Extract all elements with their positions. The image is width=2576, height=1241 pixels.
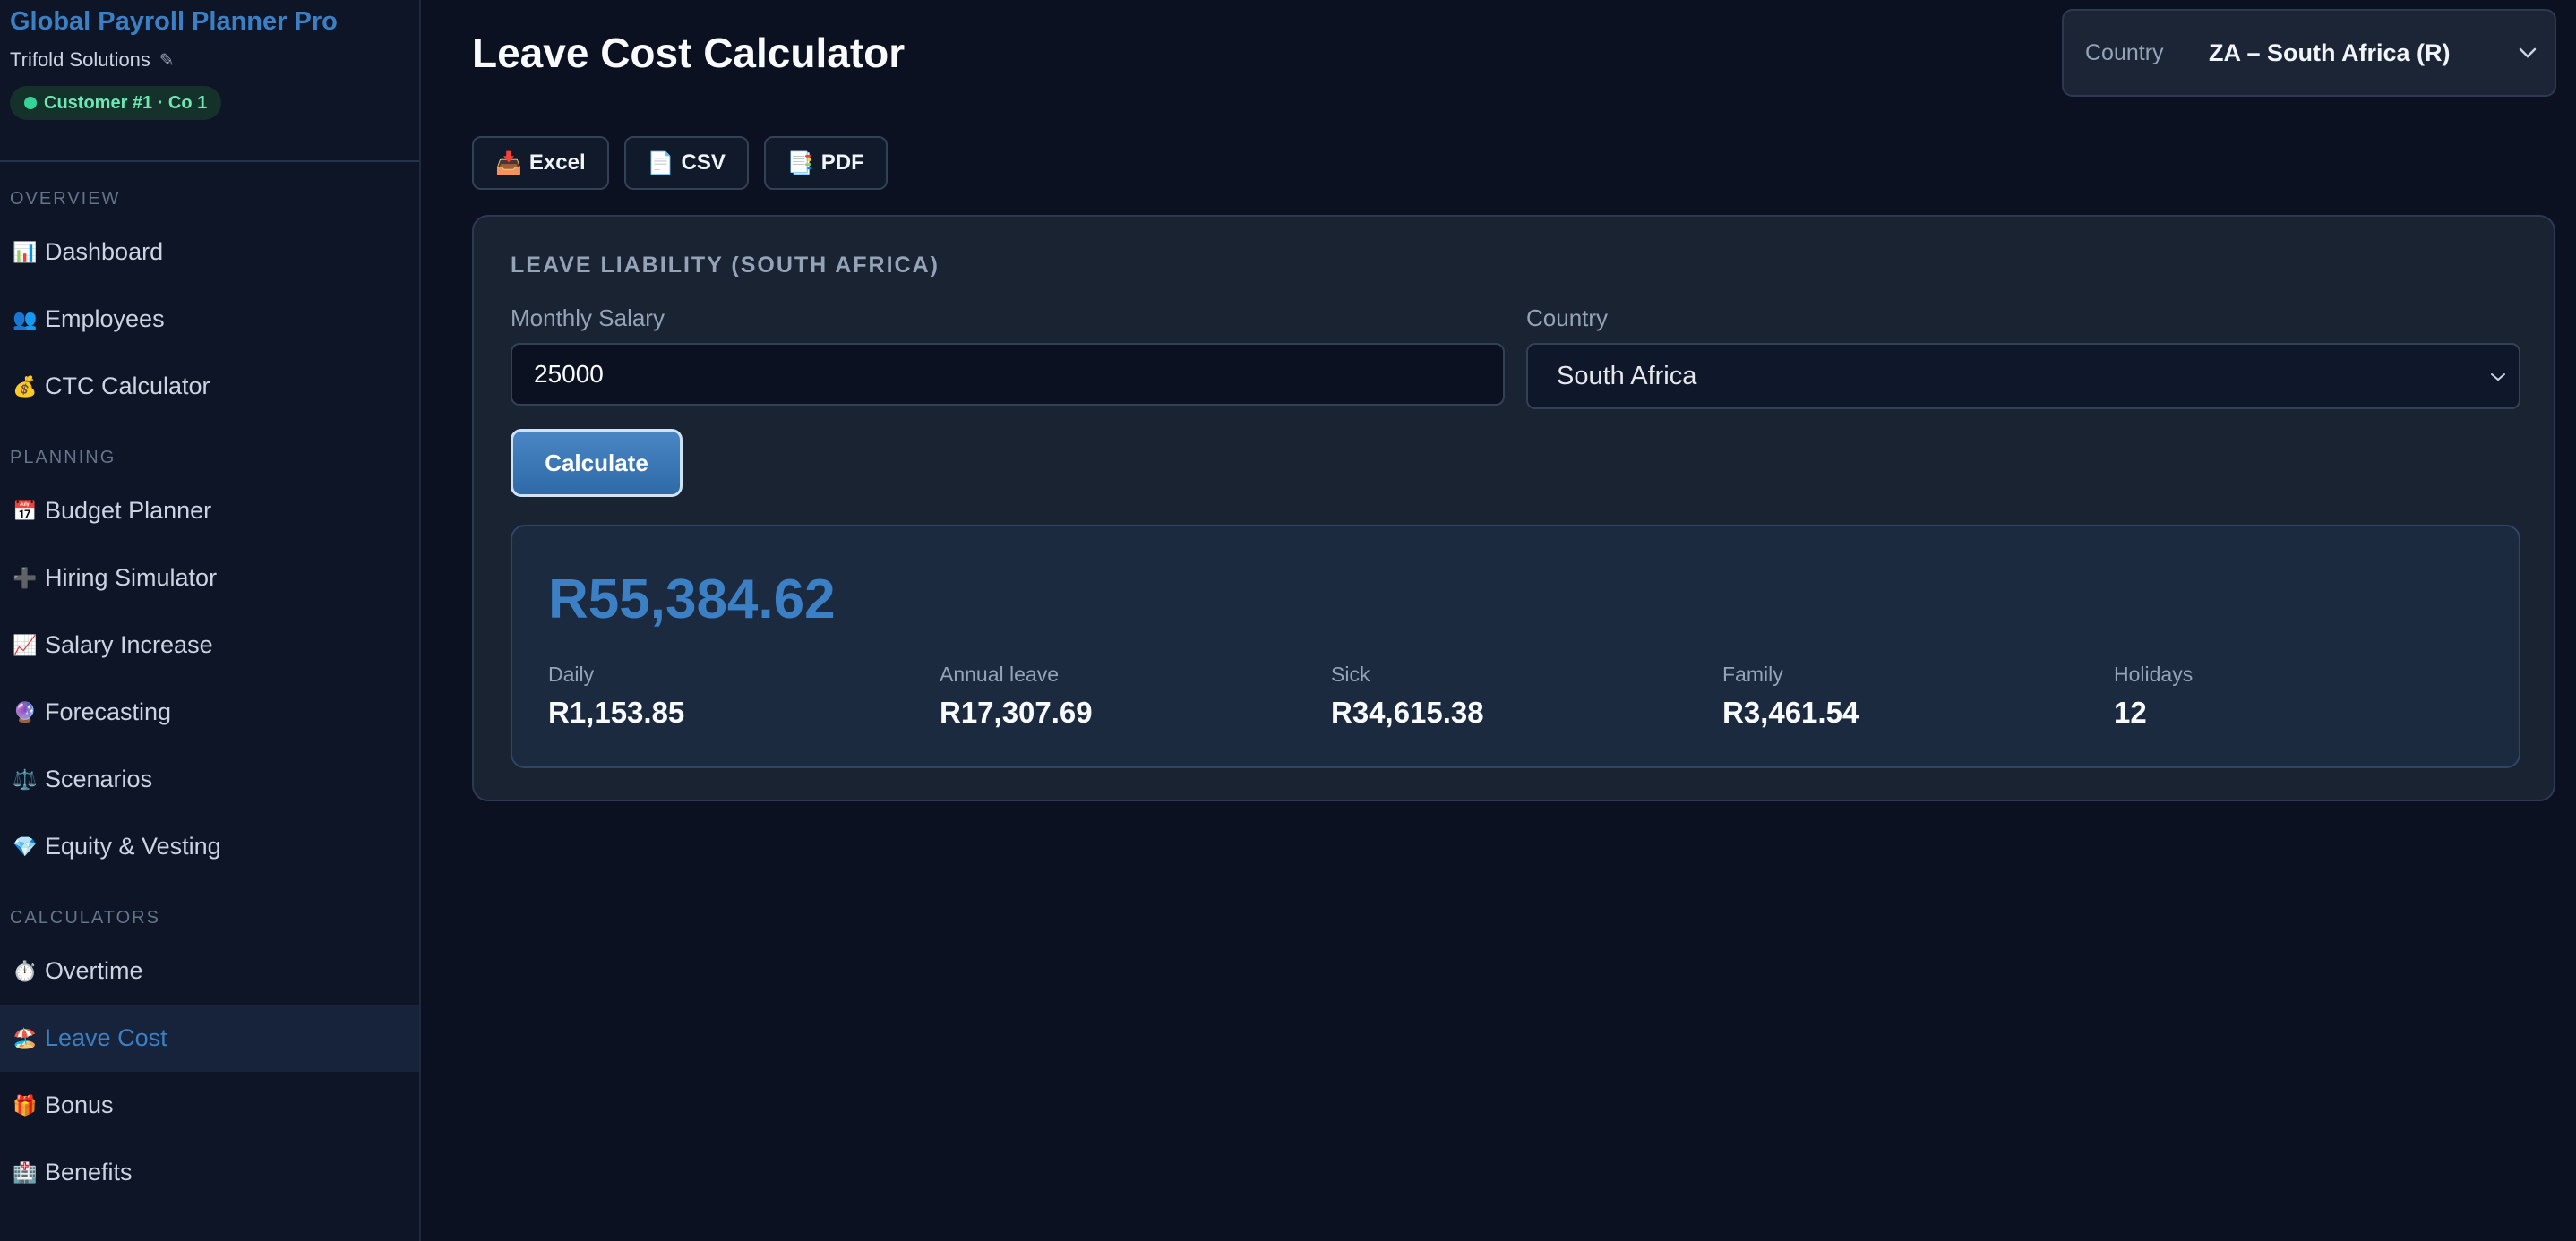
section-label-calculators: CALCULATORS — [10, 907, 160, 928]
beach-icon: 🏖️ — [13, 1026, 38, 1049]
card-title: LEAVE LIABILITY (SOUTH AFRICA) — [511, 252, 940, 278]
sidebar-item-label: Benefits — [45, 1159, 133, 1185]
stat-label: Daily — [548, 663, 595, 686]
bookmark-tabs-icon: 📑 — [786, 150, 814, 175]
sidebar-item-leave-cost[interactable]: 🏖️ Leave Cost — [0, 1005, 419, 1072]
gift-icon: 🎁 — [13, 1093, 38, 1117]
sidebar-item-salary-increase[interactable]: 📈 Salary Increase — [0, 612, 419, 679]
stopwatch-icon: ⏱️ — [13, 959, 38, 982]
edit-icon[interactable]: ✎ — [159, 49, 175, 72]
sidebar-item-label: Forecasting — [45, 698, 172, 725]
sidebar-item-overtime[interactable]: ⏱️ Overtime — [0, 937, 419, 1005]
leave-liability-card: LEAVE LIABILITY (SOUTH AFRICA) Monthly S… — [472, 215, 2555, 801]
section-label-planning: PLANNING — [10, 447, 116, 467]
sidebar-nav: OVERVIEW 📊 Dashboard 👥 Employees 💰 CTC C… — [0, 179, 419, 1206]
country-selector[interactable]: Country ZA – South Africa (R) — [2062, 9, 2556, 97]
monthly-salary-input[interactable]: 25000 — [511, 343, 1505, 406]
brand-title[interactable]: Global Payroll Planner Pro — [10, 7, 419, 36]
sidebar-item-label: Budget Planner — [45, 497, 212, 524]
monthly-salary-label: Monthly Salary — [511, 304, 665, 331]
inbox-tray-icon: 📥 — [495, 150, 522, 175]
sidebar-item-employees[interactable]: 👥 Employees — [0, 286, 419, 353]
sidebar: Global Payroll Planner Pro Trifold Solut… — [0, 0, 421, 1241]
calculate-button[interactable]: Calculate — [511, 429, 683, 497]
result-panel: R55,384.62 Daily R1,153.85 Annual leave … — [511, 525, 2520, 768]
company-name: Trifold Solutions — [10, 48, 150, 71]
export-excel-label: Excel — [528, 150, 586, 175]
sidebar-item-scenarios[interactable]: ⚖️ Scenarios — [0, 746, 419, 813]
plus-icon: ➕ — [13, 566, 38, 589]
document-icon: 📄 — [647, 150, 674, 175]
sidebar-item-equity-vesting[interactable]: 💎 Equity & Vesting — [0, 813, 419, 880]
country-selector-label: Country — [2085, 39, 2164, 65]
chevron-down-icon — [2501, 40, 2555, 65]
gem-icon: 💎 — [13, 834, 38, 858]
stat-value: 12 — [2114, 696, 2147, 729]
main-content: Leave Cost Calculator Country ZA – South… — [423, 0, 2576, 1241]
sidebar-item-benefits[interactable]: 🏥 Benefits — [0, 1139, 419, 1206]
export-csv-button[interactable]: 📄 CSV — [623, 136, 749, 190]
export-csv-label: CSV — [681, 150, 726, 175]
sidebar-item-label: Employees — [45, 305, 165, 332]
export-pdf-button[interactable]: 📑 PDF — [763, 136, 888, 190]
status-dot-icon — [24, 97, 37, 109]
stat-sick: Sick R34,615.38 — [1331, 663, 1484, 730]
section-label-overview: OVERVIEW — [10, 188, 121, 209]
sidebar-item-ctc-calculator[interactable]: 💰 CTC Calculator — [0, 353, 419, 420]
sidebar-item-label: CTC Calculator — [45, 372, 210, 399]
export-excel-button[interactable]: 📥 Excel — [472, 136, 609, 190]
company-name-row[interactable]: Trifold Solutions ✎ — [10, 48, 419, 72]
crystal-ball-icon: 🔮 — [13, 700, 38, 723]
stat-value: R34,615.38 — [1331, 696, 1484, 729]
hospital-icon: 🏥 — [13, 1160, 38, 1184]
sidebar-item-label: Salary Increase — [45, 631, 213, 658]
stat-label: Sick — [1331, 663, 1370, 686]
country-field-label: Country — [1526, 304, 1609, 331]
stat-value: R1,153.85 — [548, 696, 685, 729]
customer-badge-label: Customer #1 · Co 1 — [44, 92, 208, 113]
stat-daily: Daily R1,153.85 — [548, 663, 684, 730]
trend-up-icon: 📈 — [13, 633, 38, 656]
stat-value: R17,307.69 — [940, 696, 1093, 729]
sidebar-item-hiring-simulator[interactable]: ➕ Hiring Simulator — [0, 544, 419, 612]
page-title: Leave Cost Calculator — [472, 30, 906, 76]
stat-label: Annual leave — [940, 663, 1059, 686]
money-bag-icon: 💰 — [13, 374, 38, 398]
customer-badge: Customer #1 · Co 1 — [10, 86, 222, 120]
sidebar-item-label: Bonus — [45, 1091, 114, 1118]
stat-family: Family R3,461.54 — [1722, 663, 1859, 730]
sidebar-item-label: Dashboard — [45, 238, 164, 265]
stat-holidays: Holidays 12 — [2114, 663, 2193, 730]
country-select-value: South Africa — [1557, 361, 1697, 390]
sidebar-item-label: Equity & Vesting — [45, 833, 221, 860]
sidebar-item-bonus[interactable]: 🎁 Bonus — [0, 1072, 419, 1139]
sidebar-item-label: Hiring Simulator — [45, 564, 218, 591]
chart-icon: 📊 — [13, 240, 38, 263]
export-toolbar: 📥 Excel 📄 CSV 📑 PDF — [472, 136, 888, 190]
stat-label: Family — [1722, 663, 1783, 686]
sidebar-item-forecasting[interactable]: 🔮 Forecasting — [0, 679, 419, 746]
sidebar-item-budget-planner[interactable]: 📅 Budget Planner — [0, 477, 419, 544]
sidebar-item-dashboard[interactable]: 📊 Dashboard — [0, 218, 419, 286]
people-icon: 👥 — [13, 307, 38, 330]
stat-annual-leave: Annual leave R17,307.69 — [940, 663, 1093, 730]
brand: Global Payroll Planner Pro Trifold Solut… — [0, 0, 419, 120]
sidebar-item-label: Overtime — [45, 957, 143, 984]
stat-label: Holidays — [2114, 663, 2194, 686]
sidebar-item-label: Leave Cost — [45, 1024, 167, 1051]
country-selector-value: ZA – South Africa (R) — [2209, 39, 2451, 66]
country-select[interactable]: South Africa — [1526, 343, 2520, 409]
scales-icon: ⚖️ — [13, 767, 38, 791]
export-pdf-label: PDF — [820, 150, 864, 175]
stat-value: R3,461.54 — [1722, 696, 1859, 729]
chevron-down-icon — [2490, 364, 2506, 388]
total-leave-cost: R55,384.62 — [548, 569, 836, 630]
calendar-icon: 📅 — [13, 499, 38, 522]
sidebar-divider — [0, 160, 419, 162]
sidebar-item-label: Scenarios — [45, 766, 153, 792]
